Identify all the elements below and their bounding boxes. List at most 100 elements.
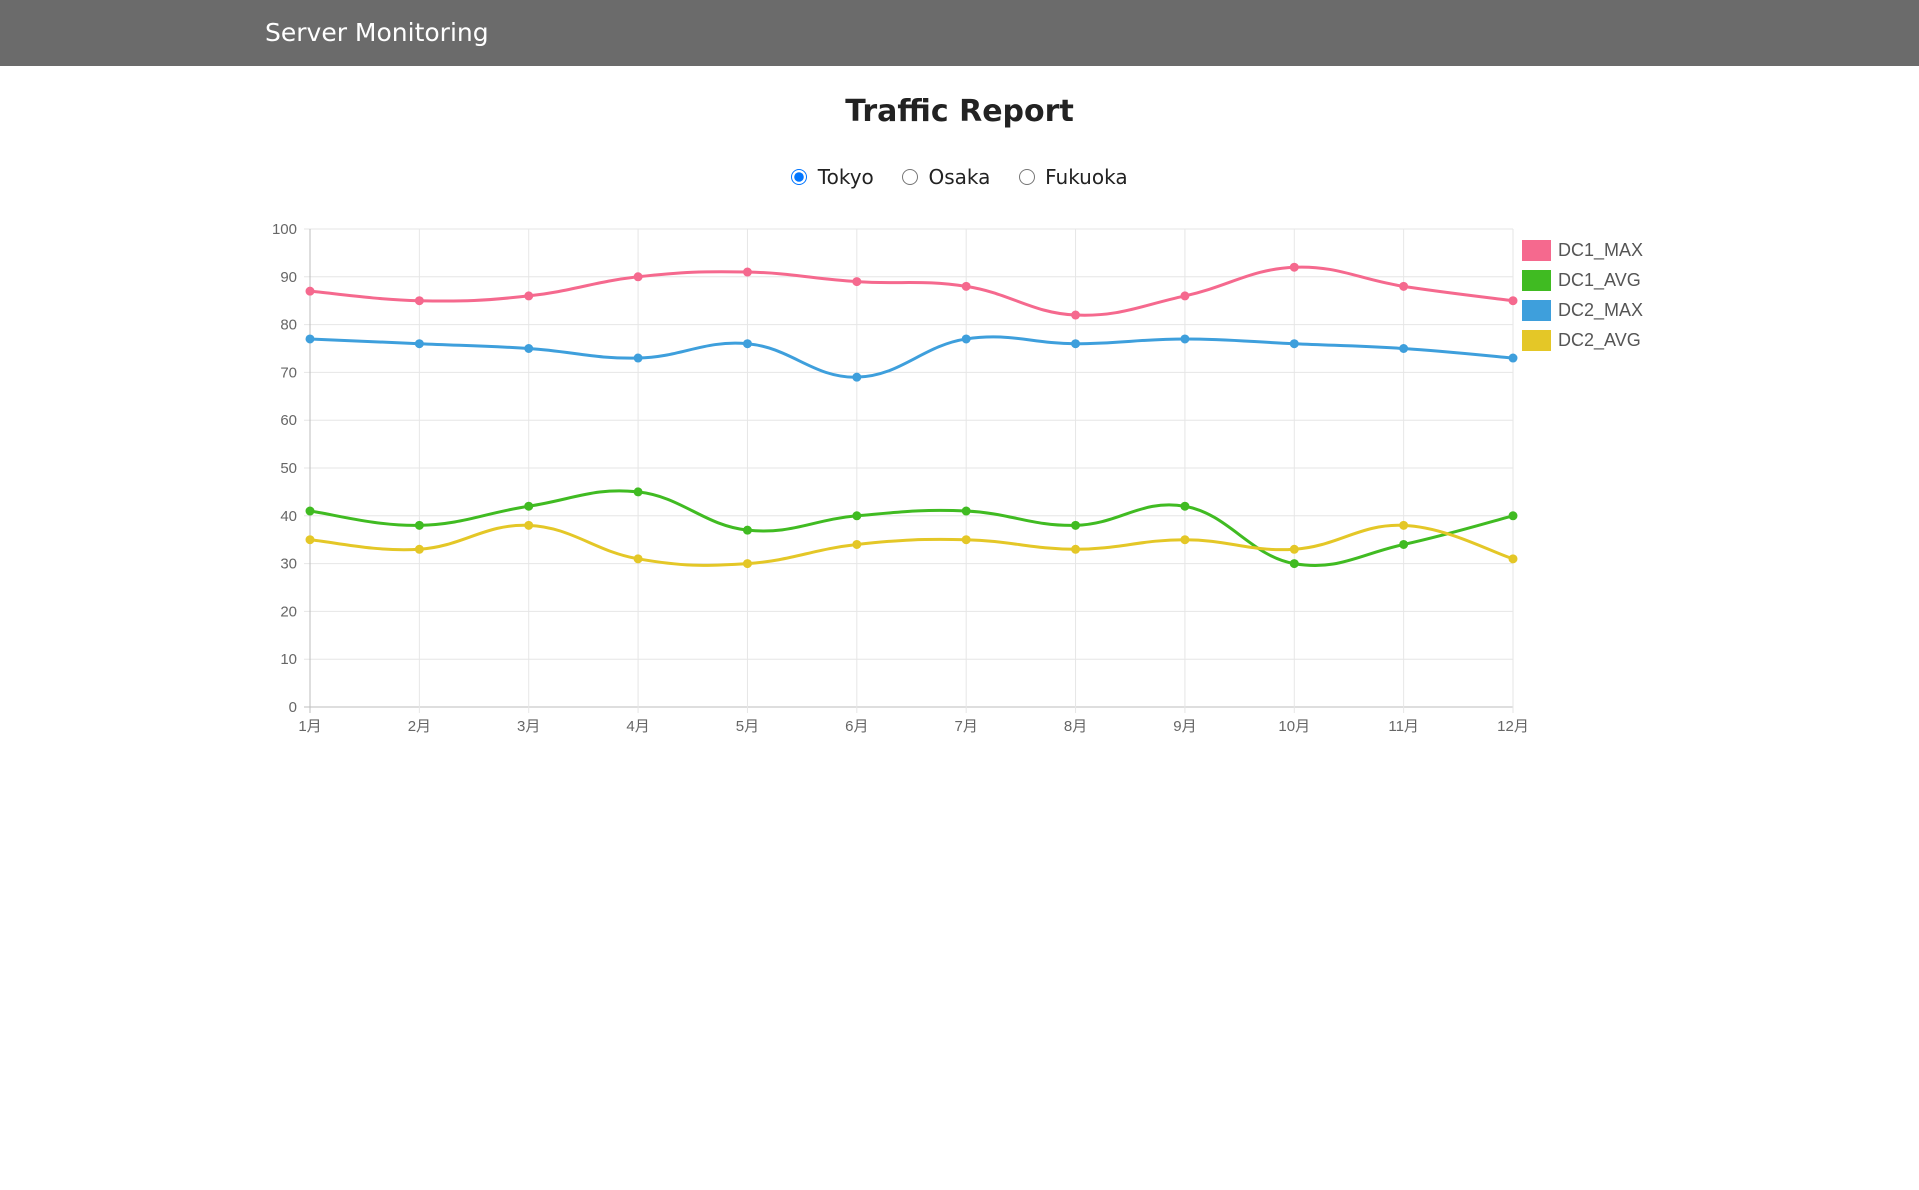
- series-dc2-max: [305, 334, 1518, 382]
- x-tick-label: 2月: [408, 718, 431, 735]
- data-point-dc2-avg: [414, 544, 424, 554]
- navbar: Server Monitoring: [0, 0, 1919, 66]
- radio-osaka[interactable]: [902, 168, 919, 185]
- legend-label: DC1_MAX: [1558, 240, 1643, 261]
- y-tick-label: 20: [280, 603, 297, 620]
- x-tick-label: 6月: [845, 718, 868, 735]
- data-point-dc2-max: [305, 334, 315, 344]
- legend-item-dc1-max[interactable]: DC1_MAX: [1522, 240, 1643, 261]
- y-tick-label: 80: [280, 317, 297, 334]
- page-title: Traffic Report: [845, 94, 1074, 129]
- data-point-dc2-avg: [305, 535, 315, 545]
- series-line-dc2-max: [309, 335, 1514, 379]
- x-tick-label: 12月: [1497, 718, 1529, 735]
- series-line-dc2-avg: [309, 523, 1514, 567]
- y-tick-label: 100: [272, 221, 297, 238]
- y-tick-label: 40: [280, 508, 297, 525]
- legend-item-dc1-avg[interactable]: DC1_AVG: [1522, 270, 1641, 291]
- chart-axes: 0 10 20 30 40 50 60 70 80 90 100 1月 2月 3月 4月 5月 6月 7月 8月 9月…: [272, 221, 1529, 735]
- data-point-dc1-avg: [1180, 501, 1190, 511]
- chart-series: [305, 262, 1518, 569]
- series-dc1-avg: [305, 487, 1518, 569]
- data-point-dc2-max: [1071, 339, 1081, 349]
- data-point-dc1-avg: [1071, 520, 1081, 530]
- data-point-dc1-max: [1180, 291, 1190, 301]
- y-tick-label: 10: [280, 651, 297, 668]
- data-point-dc1-avg: [852, 511, 862, 521]
- data-point-dc1-avg: [1508, 511, 1518, 521]
- series-line-dc1-avg: [309, 489, 1514, 568]
- data-point-dc1-max: [1399, 281, 1409, 291]
- x-tick-label: 10月: [1278, 718, 1310, 735]
- data-point-dc1-avg: [305, 506, 315, 516]
- radio-tokyo[interactable]: [791, 168, 808, 185]
- data-point-dc2-max: [1289, 339, 1299, 349]
- data-point-dc1-max: [305, 286, 315, 296]
- radio-label-fukuoka: Fukuoka: [1045, 164, 1128, 189]
- data-point-dc2-max: [1508, 353, 1518, 363]
- data-point-dc2-max: [524, 344, 534, 353]
- location-radio-group: Tokyo Osaka Fukuoka: [0, 163, 1919, 189]
- y-tick-label: 60: [280, 412, 297, 429]
- data-point-dc2-max: [633, 353, 643, 363]
- data-point-dc2-avg: [1508, 554, 1518, 564]
- series-line-dc1-max: [309, 265, 1514, 317]
- data-point-dc2-avg: [1289, 544, 1299, 554]
- data-point-dc2-avg: [1180, 535, 1190, 545]
- data-point-dc1-max: [1071, 310, 1081, 320]
- radio-option-fukuoka[interactable]: Fukuoka: [1018, 164, 1128, 189]
- data-point-dc1-avg: [524, 501, 534, 511]
- data-point-dc2-max: [1180, 334, 1190, 344]
- data-point-dc1-avg: [1399, 539, 1409, 549]
- data-point-dc2-avg: [742, 559, 752, 569]
- data-point-dc1-max: [524, 291, 534, 301]
- x-tick-label: 4月: [626, 718, 649, 735]
- legend-item-dc2-avg[interactable]: DC2_AVG: [1522, 330, 1641, 351]
- data-point-dc1-max: [742, 267, 752, 277]
- data-point-dc1-max: [1289, 262, 1299, 272]
- x-tick-label: 9月: [1173, 718, 1196, 735]
- radio-label-tokyo: Tokyo: [817, 164, 874, 189]
- legend-swatch: [1522, 270, 1551, 291]
- data-point-dc2-max: [1399, 344, 1409, 353]
- legend-label: DC2_MAX: [1558, 300, 1643, 321]
- legend-label: DC2_AVG: [1558, 330, 1641, 351]
- legend-label: DC1_AVG: [1558, 270, 1641, 291]
- data-point-dc1-avg: [1289, 559, 1299, 569]
- y-tick-label: 90: [280, 269, 297, 286]
- navbar-brand[interactable]: Server Monitoring: [265, 0, 489, 66]
- y-tick-label: 0: [289, 699, 297, 716]
- data-point-dc1-avg: [742, 525, 752, 535]
- x-tick-label: 7月: [955, 718, 978, 735]
- radio-label-osaka: Osaka: [928, 164, 991, 189]
- data-point-dc1-max: [961, 281, 971, 291]
- data-point-dc1-max: [852, 277, 862, 287]
- legend-swatch: [1522, 300, 1551, 321]
- x-tick-label: 1月: [298, 718, 321, 735]
- legend-item-dc2-max[interactable]: DC2_MAX: [1522, 300, 1643, 321]
- data-point-dc2-max: [852, 372, 862, 382]
- data-point-dc2-avg: [961, 535, 971, 545]
- data-point-dc1-max: [1508, 296, 1518, 306]
- y-tick-label: 30: [280, 556, 297, 573]
- y-tick-label: 70: [280, 364, 297, 381]
- data-point-dc2-avg: [1399, 520, 1409, 530]
- chart-grid: [304, 228, 1514, 713]
- chart-legend: DC1_MAX DC1_AVG DC2_MAX DC2_AVG: [1522, 240, 1643, 351]
- radio-fukuoka[interactable]: [1018, 168, 1035, 185]
- radio-option-osaka[interactable]: Osaka: [902, 165, 990, 189]
- data-point-dc1-max: [633, 272, 643, 282]
- data-point-dc1-avg: [633, 487, 643, 497]
- x-tick-label: 5月: [736, 718, 759, 735]
- legend-swatch: [1522, 240, 1551, 261]
- series-dc1-max: [305, 262, 1518, 320]
- series-dc2-avg: [305, 520, 1518, 569]
- data-point-dc2-avg: [633, 554, 643, 564]
- legend-swatch: [1522, 330, 1551, 351]
- data-point-dc2-max: [414, 339, 424, 349]
- data-point-dc2-max: [961, 334, 971, 344]
- y-tick-label: 50: [280, 460, 297, 477]
- data-point-dc2-avg: [524, 520, 534, 530]
- radio-option-tokyo[interactable]: Tokyo: [791, 164, 874, 189]
- data-point-dc1-avg: [961, 506, 971, 516]
